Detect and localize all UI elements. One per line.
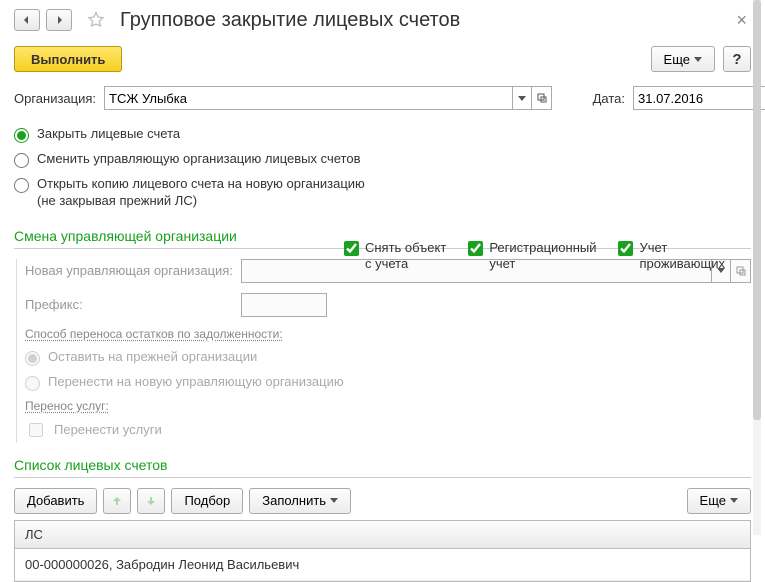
more-button-label: Еще: [664, 52, 690, 67]
chk-residents-label: Учет проживающих: [639, 240, 725, 271]
fill-button-label: Заполнить: [262, 493, 326, 508]
radio-debt-transfer-input: [25, 376, 40, 391]
org-input[interactable]: [104, 86, 512, 110]
arrow-down-icon: [146, 496, 156, 506]
page-title: Групповое закрытие лицевых счетов: [120, 9, 726, 32]
prefix-label: Префикс:: [25, 297, 233, 312]
chk-transfer-services: Перенести услуги: [25, 417, 751, 443]
date-label: Дата:: [593, 91, 625, 106]
chk-reg[interactable]: Регистрационный учет: [468, 240, 596, 271]
select-button[interactable]: Подбор: [171, 488, 243, 514]
radio-change-org[interactable]: Сменить управляющую организацию лицевых …: [14, 147, 751, 172]
chk-residents[interactable]: Учет проживающих: [618, 240, 725, 271]
org-dropdown-button[interactable]: [512, 86, 532, 110]
accounts-table: ЛС 00-000000026, Забродин Леонид Василье…: [14, 520, 751, 582]
radio-close-accounts-input[interactable]: [14, 128, 29, 143]
radio-copy-account[interactable]: Открыть копию лицевого счета на новую ор…: [14, 172, 751, 214]
chk-deregister[interactable]: Снять объект с учета: [344, 240, 446, 271]
org-label: Организация:: [14, 91, 96, 106]
help-button[interactable]: ?: [723, 46, 751, 72]
chk-reg-input[interactable]: [468, 241, 483, 256]
section-accounts-list: Список лицевых счетов: [14, 451, 751, 478]
favorite-star-icon[interactable]: [84, 8, 108, 32]
date-input[interactable]: [633, 86, 765, 110]
new-org-label: Новая управляющая организация:: [25, 263, 233, 278]
more-button[interactable]: Еще: [651, 46, 715, 72]
chk-transfer-services-input: [29, 423, 43, 437]
scrollbar-track[interactable]: [753, 0, 761, 535]
chevron-down-icon: [518, 96, 526, 101]
radio-debt-transfer-label: Перенести на новую управляющую организац…: [48, 374, 344, 391]
arrow-up-icon: [112, 496, 122, 506]
chevron-down-icon: [330, 498, 338, 503]
nav-forward-button[interactable]: [46, 9, 72, 31]
list-more-button[interactable]: Еще: [687, 488, 751, 514]
list-more-button-label: Еще: [700, 493, 726, 508]
add-button[interactable]: Добавить: [14, 488, 97, 514]
open-icon: [736, 266, 746, 276]
nav-back-button[interactable]: [14, 9, 40, 31]
radio-close-accounts[interactable]: Закрыть лицевые счета: [14, 122, 751, 147]
move-down-button[interactable]: [137, 488, 165, 514]
chk-transfer-services-label: Перенести услуги: [54, 422, 162, 437]
service-transfer-heading: Перенос услуг:: [25, 399, 751, 413]
debt-method-heading: Способ переноса остатков по задолженност…: [25, 327, 751, 341]
radio-debt-keep-label: Оставить на прежней организации: [48, 349, 257, 366]
prefix-input: [241, 293, 327, 317]
chevron-down-icon: [694, 57, 702, 62]
radio-change-org-label: Сменить управляющую организацию лицевых …: [37, 151, 360, 168]
radio-debt-keep-input: [25, 351, 40, 366]
org-open-button[interactable]: [532, 86, 552, 110]
scrollbar-thumb[interactable]: [753, 0, 761, 420]
fill-button[interactable]: Заполнить: [249, 488, 351, 514]
chevron-down-icon: [730, 498, 738, 503]
chk-reg-label: Регистрационный учет: [489, 240, 596, 271]
open-icon: [537, 93, 547, 103]
chk-deregister-input[interactable]: [344, 241, 359, 256]
radio-debt-keep: Оставить на прежней организации: [25, 345, 751, 370]
close-icon[interactable]: ×: [732, 10, 751, 31]
execute-button[interactable]: Выполнить: [14, 46, 122, 72]
table-row[interactable]: 00-000000026, Забродин Леонид Васильевич: [15, 549, 750, 581]
chk-deregister-label: Снять объект с учета: [365, 240, 446, 271]
new-org-open-button: [731, 259, 751, 283]
chk-residents-input[interactable]: [618, 241, 633, 256]
radio-change-org-input[interactable]: [14, 153, 29, 168]
radio-close-accounts-label: Закрыть лицевые счета: [37, 126, 180, 143]
radio-debt-transfer: Перенести на новую управляющую организац…: [25, 370, 751, 395]
radio-copy-account-label: Открыть копию лицевого счета на новую ор…: [37, 176, 365, 210]
radio-copy-account-input[interactable]: [14, 178, 29, 193]
move-up-button[interactable]: [103, 488, 131, 514]
